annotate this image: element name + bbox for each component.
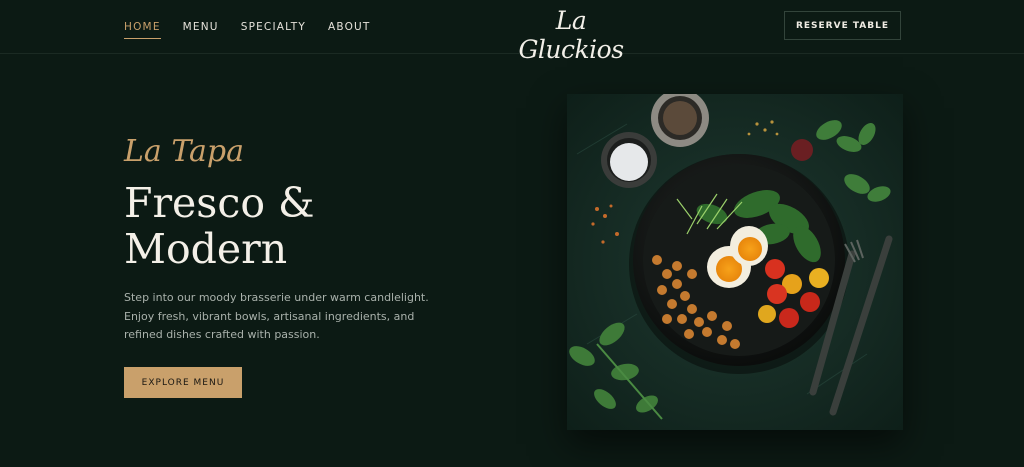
explore-menu-button[interactable]: EXPLORE MENU [124,367,242,398]
top-navigation-bar: HOME MENU SPECIALTY ABOUT La Gluckios RE… [0,0,1024,64]
reserve-table-button[interactable]: RESERVE TABLE [784,11,901,40]
hero-title-line-2: Modern [124,225,288,273]
nav-item-menu[interactable]: MENU [183,21,219,39]
brand-logo[interactable]: La Gluckios [500,6,642,64]
food-bowl-image [567,94,903,430]
hero-eyebrow: La Tapa [124,134,244,169]
hero-title: Fresco & Modern [124,180,315,272]
hero-description: Step into our moody brasserie under warm… [124,291,429,341]
nav-item-about[interactable]: ABOUT [328,21,371,39]
nav-item-home[interactable]: HOME [124,21,161,39]
nav-item-specialty[interactable]: SPECIALTY [241,21,306,39]
food-bowl-illustration [567,94,903,430]
hero-title-line-1: Fresco & [124,179,315,227]
main-nav: HOME MENU SPECIALTY ABOUT [124,21,371,39]
